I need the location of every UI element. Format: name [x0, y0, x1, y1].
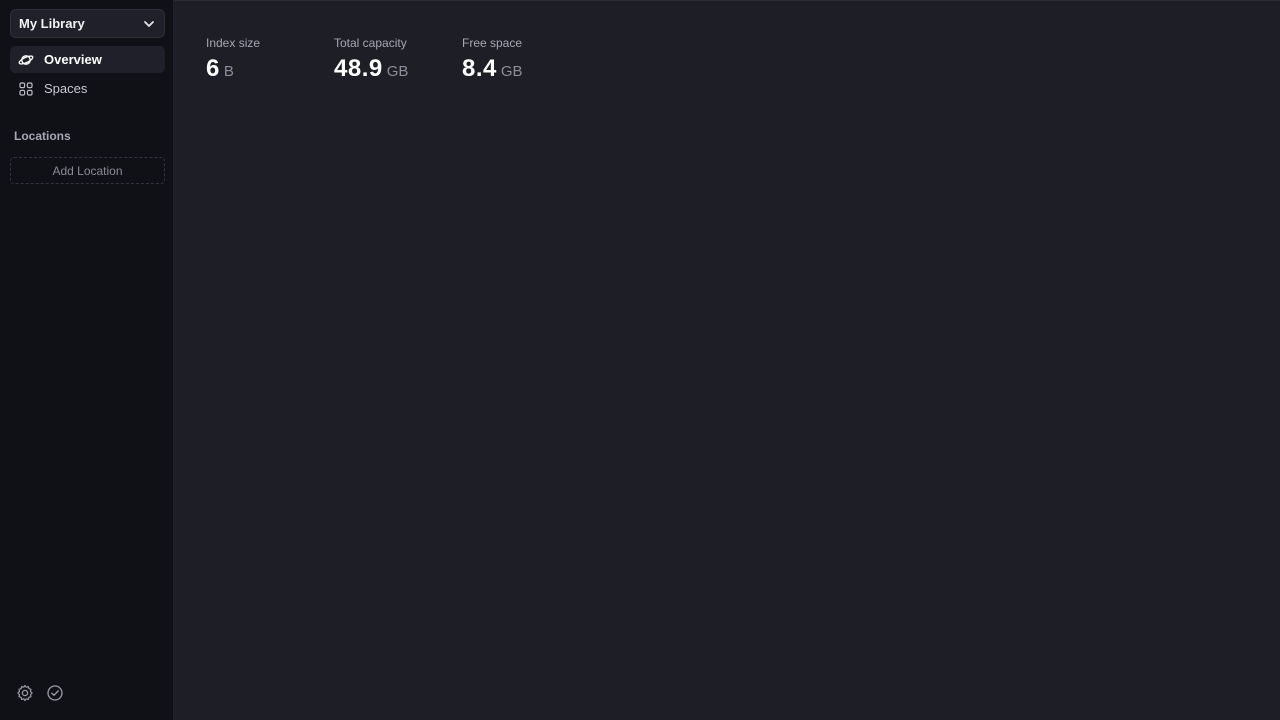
stat-value: 48.9	[334, 55, 383, 82]
stat-index-size: Index size 6 B	[206, 36, 334, 83]
stat-title: Index size	[206, 36, 261, 50]
stat-free-space: Free space 8.4 GB	[462, 36, 590, 83]
sidebar-nav: Overview Spaces	[10, 46, 165, 104]
gear-icon[interactable]	[16, 684, 34, 702]
library-selector-label: My Library	[19, 16, 85, 31]
locations-heading: Locations	[14, 129, 71, 143]
sidebar: My Library Overview Spaces Locations Add…	[0, 0, 174, 720]
stat-unit: B	[223, 63, 234, 80]
stat-unit: GB	[500, 63, 523, 80]
main-content: Index size 6 B Total capacity 48.9 GB Fr…	[174, 0, 1280, 720]
sidebar-item-spaces[interactable]: Spaces	[10, 75, 165, 102]
stat-unit: GB	[386, 63, 409, 80]
stat-title: Free space	[462, 36, 523, 50]
stat-title: Total capacity	[334, 36, 407, 50]
check-circle-icon[interactable]	[46, 684, 64, 702]
app-window: My Library Overview Spaces Locations Add…	[0, 0, 1280, 720]
library-selector[interactable]: My Library	[10, 9, 165, 38]
add-location-button[interactable]: Add Location	[10, 157, 165, 184]
planet-icon	[18, 52, 34, 68]
stat-total-capacity: Total capacity 48.9 GB	[334, 36, 462, 83]
sidebar-item-overview[interactable]: Overview	[10, 46, 165, 73]
chevron-down-icon	[142, 17, 156, 31]
sidebar-item-label: Overview	[44, 52, 102, 67]
grid-icon	[18, 81, 34, 97]
library-stats: Index size 6 B Total capacity 48.9 GB Fr…	[206, 36, 590, 83]
stat-value: 6	[206, 55, 220, 82]
sidebar-footer	[16, 684, 64, 702]
stat-value: 8.4	[462, 55, 497, 82]
sidebar-item-label: Spaces	[44, 81, 88, 96]
